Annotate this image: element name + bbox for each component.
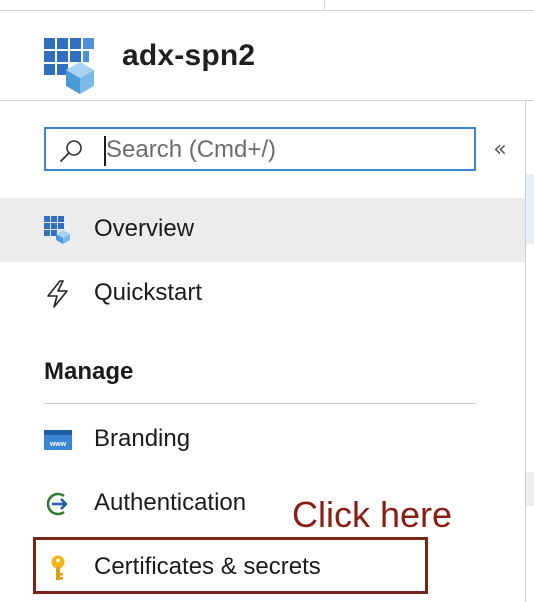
app-registration-icon [44,38,96,94]
app-header: adx-spn2 [0,11,534,100]
sidebar-item-branding[interactable]: www Branding [0,408,525,472]
sidebar-item-quickstart[interactable]: Quickstart [0,262,525,326]
sidebar-item-label: Branding [94,425,191,452]
sidebar-item-label: Overview [94,215,195,242]
sidebar-item-certificates-secrets[interactable]: Certificates & secrets [0,536,525,600]
top-divider-tick [324,0,325,11]
sidebar-item-label: Certificates & secrets [94,553,321,580]
sidebar-item-label: Quickstart [94,279,203,306]
section-heading-manage: Manage [44,358,134,385]
key-icon [44,554,72,582]
search-input[interactable] [106,134,466,166]
svg-text:www: www [49,441,67,448]
sidebar-item-label: Authentication [94,489,247,516]
overview-grid-icon [44,216,72,244]
annotation-click-here: Click here [292,494,453,535]
search-icon [58,138,84,164]
header-divider [0,100,534,101]
content-pane-edge [526,174,534,244]
sidebar-item-overview[interactable]: Overview [0,198,525,262]
collapse-sidebar-button[interactable]: « [488,137,512,163]
search-box[interactable] [44,127,476,171]
app-title: adx-spn2 [122,39,256,72]
lightning-icon [44,280,72,308]
www-branding-icon: www [44,426,72,454]
section-divider [44,403,476,404]
authentication-arrow-icon [44,490,72,518]
content-pane-edge-lower [526,472,534,506]
